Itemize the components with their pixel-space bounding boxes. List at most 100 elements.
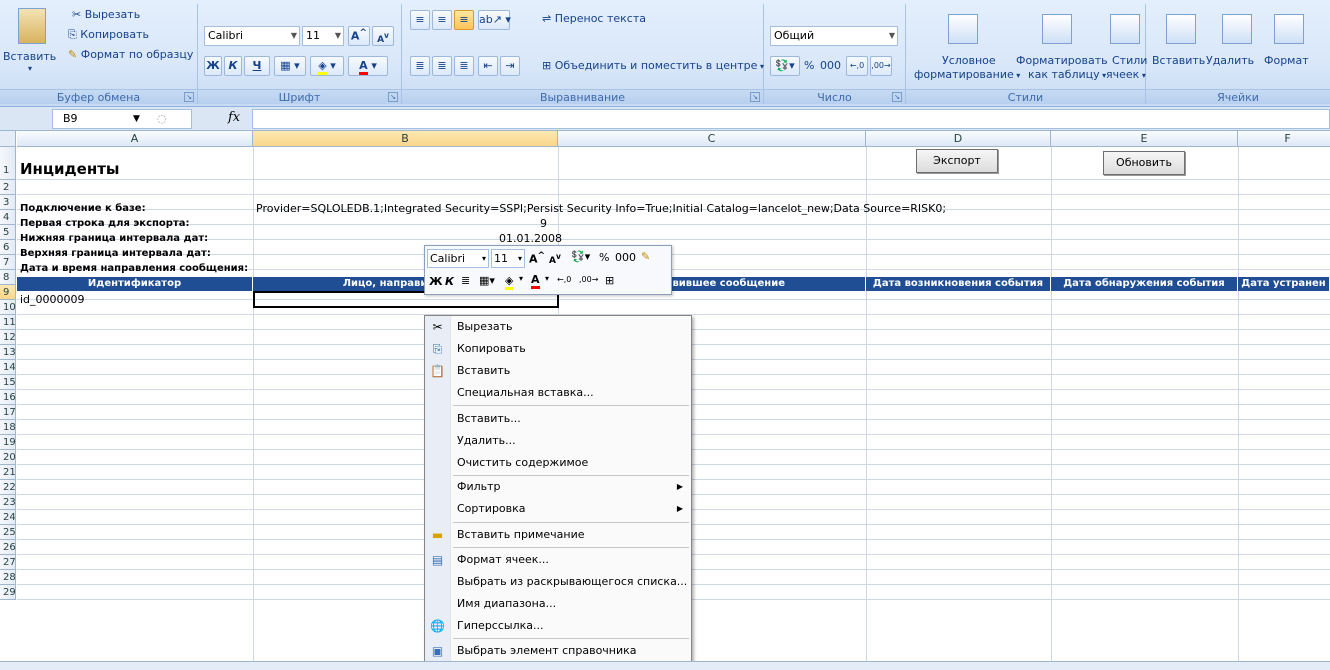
align-left-button[interactable]: ≣: [410, 56, 430, 76]
merge-center-button[interactable]: ⊞ Объединить и поместить в центре ▾: [542, 59, 764, 72]
currency-button[interactable]: 💱▾: [770, 56, 800, 76]
align-bottom-button[interactable]: ≡: [454, 10, 474, 30]
number-launcher-icon[interactable]: ↘: [892, 92, 902, 102]
borders-button[interactable]: ▦ ▾: [274, 56, 306, 76]
format-as-table-label-1[interactable]: Форматировать: [1016, 54, 1108, 67]
format-painter-button[interactable]: ✎ Формат по образцу: [68, 48, 193, 61]
header-identifier[interactable]: Идентификатор: [17, 277, 253, 291]
menu-item-filter[interactable]: Фильтр ▶: [425, 476, 691, 498]
menu-item-cut[interactable]: ✂ Вырезать: [425, 316, 691, 338]
horizontal-scrollbar[interactable]: [0, 661, 1330, 670]
increase-indent-button[interactable]: ⇥: [500, 56, 520, 76]
mini-bold-button[interactable]: Ж: [429, 275, 442, 288]
chevron-down-icon[interactable]: ▾: [519, 274, 523, 283]
delete-cells-icon[interactable]: [1222, 14, 1252, 44]
font-size-combo[interactable]: 11 ▼: [302, 26, 344, 46]
row-header[interactable]: 4: [0, 210, 16, 225]
format-cells-button[interactable]: Формат: [1264, 54, 1309, 67]
menu-item-paste[interactable]: 📋 Вставить: [425, 360, 691, 382]
menu-item-reference-element[interactable]: ▣ Выбрать элемент справочника: [425, 640, 691, 662]
row-header[interactable]: 23: [0, 495, 16, 510]
conditional-formatting-icon[interactable]: [948, 14, 978, 44]
row-header[interactable]: 26: [0, 540, 16, 555]
column-header-d[interactable]: D: [866, 131, 1051, 147]
menu-item-pick-from-list[interactable]: Выбрать из раскрывающегося списка...: [425, 571, 691, 593]
thousands-button[interactable]: 000: [820, 59, 841, 72]
paste-button-label[interactable]: Вставить: [3, 50, 56, 63]
mini-grow-font-button[interactable]: A^: [529, 250, 545, 266]
mini-decrease-decimal-icon[interactable]: ,00→: [579, 275, 598, 284]
row-header[interactable]: 21: [0, 465, 16, 480]
export-button[interactable]: Экспорт: [916, 149, 998, 173]
row-header[interactable]: 2: [0, 180, 16, 195]
insert-cells-icon[interactable]: [1166, 14, 1196, 44]
column-header-c[interactable]: C: [558, 131, 866, 147]
font-launcher-icon[interactable]: ↘: [388, 92, 398, 102]
cut-button[interactable]: ✂ Вырезать: [72, 8, 140, 21]
formula-input[interactable]: [252, 109, 1330, 129]
bold-button[interactable]: Ж: [204, 56, 222, 76]
delete-cells-button[interactable]: Удалить: [1206, 54, 1254, 67]
shrink-font-button[interactable]: Av: [372, 26, 394, 46]
menu-item-insert-comment[interactable]: ▬ Вставить примечание: [425, 524, 691, 546]
mini-increase-decimal-icon[interactable]: ←,0: [557, 275, 571, 284]
alignment-launcher-icon[interactable]: ↘: [750, 92, 760, 102]
menu-item-format-cells[interactable]: ▤ Формат ячеек...: [425, 549, 691, 571]
row-header[interactable]: 17: [0, 405, 16, 420]
row-header[interactable]: 3: [0, 195, 16, 210]
chevron-down-icon[interactable]: ▾: [545, 274, 549, 283]
menu-item-range-name[interactable]: Имя диапазона...: [425, 593, 691, 615]
format-as-table-label-2[interactable]: как таблицу ▾: [1028, 68, 1106, 81]
conditional-formatting-label-2[interactable]: форматирование ▾: [914, 68, 1020, 81]
conditional-formatting-label-1[interactable]: Условное: [942, 54, 996, 67]
grow-font-button[interactable]: A^: [348, 26, 370, 46]
row-header[interactable]: 29: [0, 585, 16, 600]
mini-font-size-combo[interactable]: 11 ▾: [491, 249, 525, 268]
mini-shrink-font-button[interactable]: Av: [549, 252, 561, 266]
menu-item-insert[interactable]: Вставить...: [425, 408, 691, 430]
mini-borders-icon[interactable]: ▦▾: [479, 274, 495, 287]
name-box[interactable]: B9 ▼ ◌: [52, 109, 192, 129]
clipboard-launcher-icon[interactable]: ↘: [184, 92, 194, 102]
column-header-f[interactable]: F: [1238, 131, 1330, 147]
row-header[interactable]: 28: [0, 570, 16, 585]
align-center-button[interactable]: ≣: [432, 56, 452, 76]
header-event-date[interactable]: Дата возникновения события: [866, 277, 1051, 291]
font-color-button[interactable]: A ▾: [348, 56, 388, 76]
mini-percent-button[interactable]: %: [599, 251, 609, 264]
row-header[interactable]: 11: [0, 315, 16, 330]
mini-font-color-icon[interactable]: A: [531, 273, 540, 289]
column-header-b[interactable]: B: [253, 131, 558, 147]
align-middle-button[interactable]: ≡: [432, 10, 452, 30]
menu-item-paste-special[interactable]: Специальная вставка...: [425, 382, 691, 404]
menu-item-hyperlink[interactable]: 🌐 Гиперссылка...: [425, 615, 691, 637]
menu-item-clear-contents[interactable]: Очистить содержимое: [425, 452, 691, 474]
row-header[interactable]: 20: [0, 450, 16, 465]
row-header[interactable]: 6: [0, 240, 16, 255]
column-header-e[interactable]: E: [1051, 131, 1238, 147]
menu-item-copy[interactable]: ⎘ Копировать: [425, 338, 691, 360]
decrease-indent-button[interactable]: ⇤: [478, 56, 498, 76]
row-header[interactable]: 19: [0, 435, 16, 450]
row-header[interactable]: 15: [0, 375, 16, 390]
paste-dropdown-icon[interactable]: ▾: [28, 64, 32, 73]
underline-button[interactable]: Ч: [244, 56, 270, 76]
italic-button[interactable]: К: [224, 56, 242, 76]
cell-styles-icon[interactable]: [1110, 14, 1140, 44]
mini-currency-icon[interactable]: 💱▾: [571, 250, 590, 263]
orientation-button[interactable]: ab↗ ▾: [478, 10, 511, 30]
row-header[interactable]: 12: [0, 330, 16, 345]
increase-decimal-button[interactable]: ←,0: [846, 56, 868, 76]
menu-item-delete[interactable]: Удалить...: [425, 430, 691, 452]
cell-styles-label-1[interactable]: Стили: [1112, 54, 1147, 67]
mini-format-painter-icon[interactable]: ✎: [641, 250, 650, 263]
decrease-decimal-button[interactable]: ,00→: [870, 56, 892, 76]
fill-color-button[interactable]: ◈ ▾: [310, 56, 344, 76]
refresh-button[interactable]: Обновить: [1103, 151, 1185, 175]
mini-fill-color-icon[interactable]: ◈: [505, 274, 514, 290]
row-header[interactable]: 8: [0, 270, 16, 285]
row-header[interactable]: 5: [0, 225, 16, 240]
first-row-value[interactable]: 9: [540, 216, 547, 231]
row-header[interactable]: 7: [0, 255, 16, 270]
copy-button[interactable]: ⎘ Копировать: [68, 28, 149, 42]
